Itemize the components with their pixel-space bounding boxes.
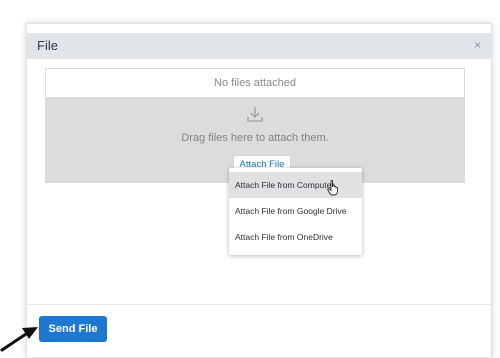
dialog-title: File bbox=[37, 38, 58, 53]
download-icon bbox=[247, 107, 263, 122]
send-file-button[interactable]: Send File bbox=[39, 316, 107, 342]
close-icon[interactable]: × bbox=[474, 38, 481, 52]
attach-dropdown-menu: Attach File from Computer Attach File fr… bbox=[229, 168, 362, 255]
footer-divider bbox=[27, 304, 491, 305]
pointer-arrow-icon bbox=[0, 327, 38, 352]
hand-pointer-icon bbox=[327, 180, 338, 196]
menu-item-attach-computer[interactable]: Attach File from Computer bbox=[229, 172, 362, 198]
attachments-panel: No files attached Drag files here to att… bbox=[45, 68, 465, 183]
file-dialog: File × No files attached Drag files here… bbox=[26, 23, 492, 358]
menu-item-attach-onedrive[interactable]: Attach File from OneDrive bbox=[229, 224, 362, 250]
drag-instructions: Drag files here to attach them. bbox=[181, 132, 329, 144]
menu-item-attach-google-drive[interactable]: Attach File from Google Drive bbox=[229, 198, 362, 224]
dialog-header: File × bbox=[27, 33, 491, 59]
no-files-message: No files attached bbox=[46, 69, 464, 98]
